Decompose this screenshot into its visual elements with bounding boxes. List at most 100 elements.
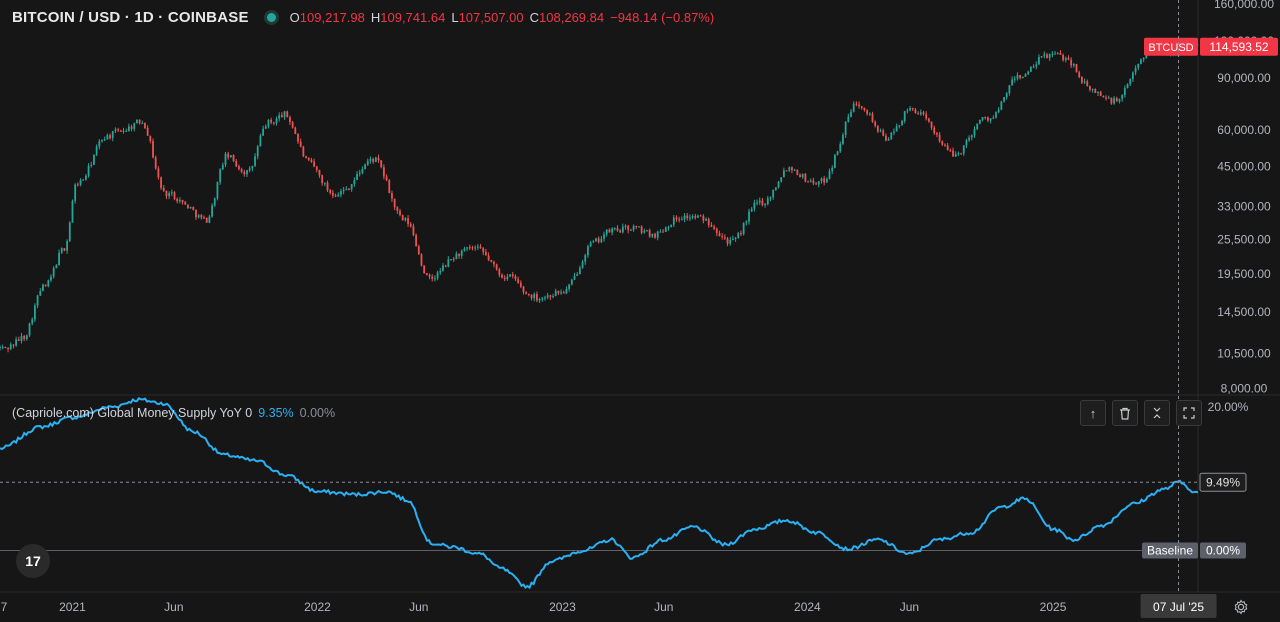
candle — [871, 113, 874, 122]
candle — [847, 116, 850, 122]
indicator-legend[interactable]: (Capriole.com) Global Money Supply YoY 0… — [12, 406, 335, 420]
candle — [1038, 57, 1040, 65]
candle — [887, 138, 890, 141]
candle — [216, 182, 219, 199]
price-tick-label: 10,500.00 — [1217, 347, 1271, 361]
candle — [307, 157, 310, 160]
candle — [517, 279, 520, 283]
candle — [919, 112, 922, 115]
candle — [291, 121, 294, 128]
indicator-value: 9.35% — [258, 406, 294, 420]
candle — [1032, 66, 1035, 68]
candle — [192, 206, 195, 210]
candle — [678, 219, 681, 221]
money-supply-line[interactable] — [0, 397, 1199, 590]
candle — [1072, 64, 1075, 66]
candle — [428, 274, 431, 277]
candle — [323, 182, 326, 184]
candle — [409, 223, 412, 227]
trash-icon[interactable] — [1112, 400, 1138, 426]
candle — [79, 180, 82, 185]
candle — [380, 160, 383, 168]
high-value: 109,741.64 — [380, 10, 446, 25]
candle — [578, 267, 581, 275]
candle — [587, 246, 589, 256]
time-axis[interactable]: 7 2021 Jun 2022 Jun 2023 Jun 2024 Jun 2025 07 Jul … — [1, 594, 1217, 618]
symbol-title[interactable]: BITCOIN / USD · 1D · COINBASE — [12, 9, 249, 26]
indicator-pane[interactable] — [0, 397, 1199, 590]
candle — [1107, 97, 1110, 99]
candle — [670, 224, 673, 228]
candle — [232, 155, 235, 161]
candle — [1105, 97, 1107, 99]
candle — [863, 107, 866, 111]
candle — [372, 158, 375, 162]
price-tick-label: 33,000.00 — [1217, 200, 1271, 214]
candle — [154, 157, 157, 169]
tradingview-logo[interactable]: 17 — [16, 544, 50, 578]
candle — [694, 215, 697, 218]
candle — [423, 265, 426, 274]
candle — [514, 276, 517, 280]
candle — [447, 259, 450, 267]
candle — [275, 118, 278, 124]
gear-icon[interactable] — [1232, 598, 1250, 616]
symbol-legend[interactable]: BITCOIN / USD · 1D · COINBASE O109,217.98… — [12, 9, 720, 26]
candle — [672, 217, 675, 225]
collapse-icon[interactable] — [1144, 400, 1170, 426]
candle — [1075, 64, 1078, 73]
candle — [340, 191, 342, 195]
candle — [680, 219, 683, 221]
candle — [570, 279, 573, 285]
candle — [1048, 54, 1051, 58]
candle — [58, 252, 60, 265]
candle — [1029, 66, 1032, 72]
crosshair — [0, 0, 1198, 592]
indicator-name[interactable]: (Capriole.com) Global Money Supply YoY 0 — [12, 406, 252, 420]
candle — [385, 176, 388, 181]
candle — [95, 146, 98, 155]
candle — [785, 170, 788, 172]
candle — [740, 233, 742, 235]
candle — [42, 284, 44, 292]
candle — [595, 238, 597, 242]
candle — [866, 110, 869, 114]
time-tick-label: 2021 — [59, 600, 86, 614]
candle — [20, 336, 23, 341]
candle — [624, 225, 627, 227]
candle — [868, 113, 871, 115]
candle — [1086, 81, 1089, 87]
candle — [911, 108, 914, 110]
maximize-icon[interactable] — [1176, 400, 1202, 426]
candle — [251, 166, 254, 169]
candle — [289, 117, 291, 122]
candle — [358, 172, 361, 174]
candle — [962, 145, 965, 154]
candle — [885, 135, 887, 141]
candle — [659, 231, 662, 233]
price-axis[interactable]: 160,000.00120,000.0090,000.0060,000.0045… — [1142, 0, 1278, 559]
chart-canvas[interactable]: 160,000.00120,000.0090,000.0060,000.0045… — [0, 0, 1280, 622]
price-candles[interactable] — [0, 42, 1199, 353]
candle — [243, 171, 246, 175]
candle — [890, 132, 893, 139]
arrow-up-icon[interactable]: ↑ — [1080, 400, 1106, 426]
candle — [133, 123, 136, 129]
candle — [640, 226, 643, 233]
candle — [643, 231, 646, 233]
candle — [952, 150, 954, 157]
candle — [361, 169, 364, 173]
candle — [1021, 76, 1024, 79]
candle — [329, 190, 332, 193]
candle — [267, 119, 270, 127]
candle — [895, 126, 898, 132]
candle — [906, 110, 909, 112]
candle — [286, 111, 289, 118]
candle — [605, 229, 608, 235]
candle — [989, 118, 992, 121]
candle — [702, 215, 705, 221]
candle — [1035, 64, 1038, 67]
candle — [769, 197, 772, 199]
candle — [753, 202, 756, 209]
candle — [401, 215, 404, 221]
